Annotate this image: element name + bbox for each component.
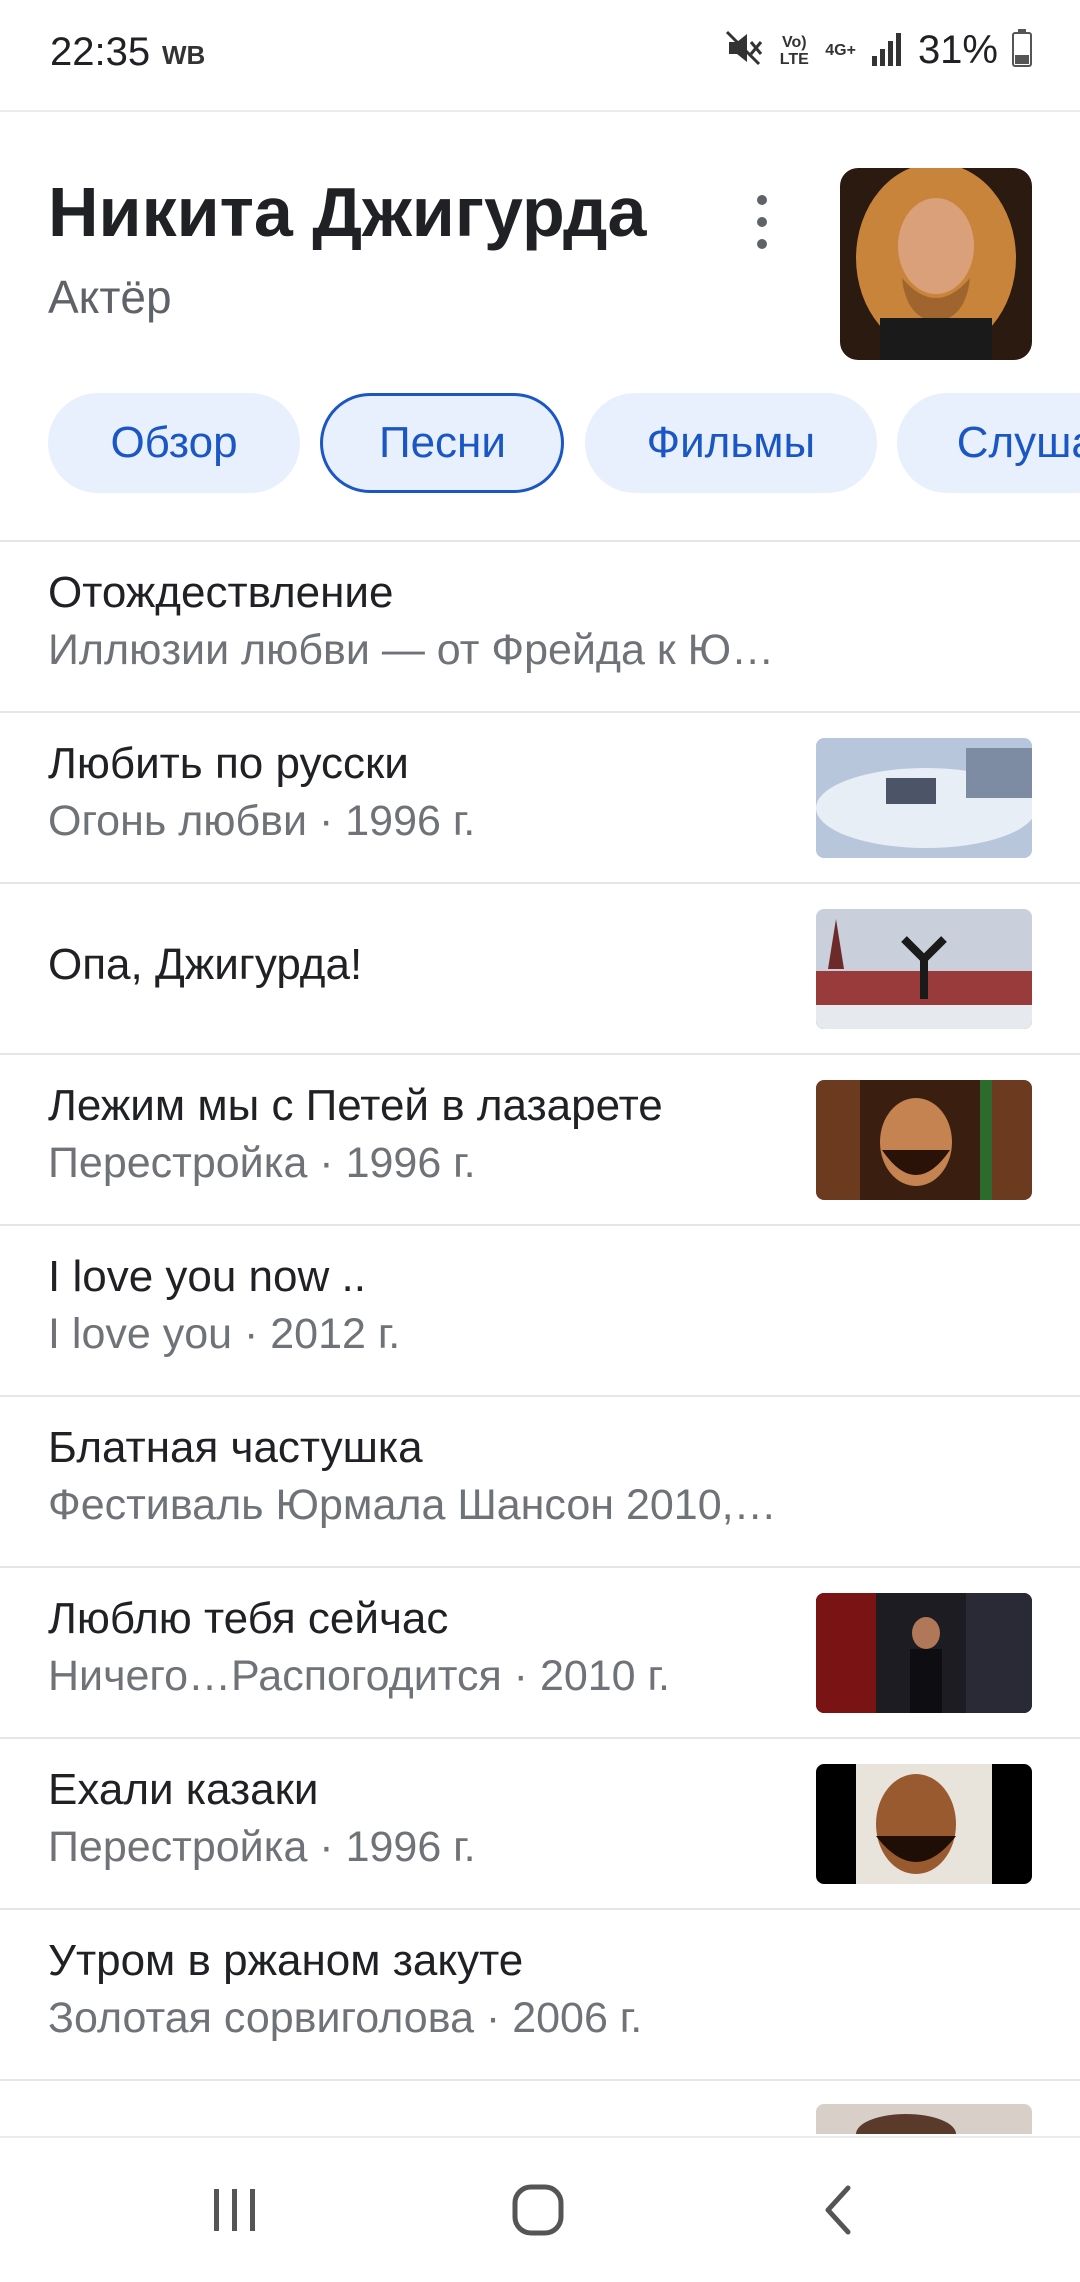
entity-title: Никита Джигурда xyxy=(48,173,647,251)
song-thumbnail-partial xyxy=(816,2104,1032,2134)
home-button[interactable] xyxy=(458,2138,618,2282)
volte-icon: Vo) LTE xyxy=(779,33,809,68)
signal-icon xyxy=(870,30,904,71)
carrier-label: WB xyxy=(162,40,206,70)
status-icons: Vo) LTE 4G+ 31% xyxy=(723,28,1032,73)
song-row[interactable]: Ехали казаки Перестройка · 1996 г. xyxy=(0,1739,1080,1910)
recent-apps-button[interactable] xyxy=(155,2138,315,2282)
mute-icon xyxy=(723,28,763,73)
more-options-button[interactable] xyxy=(740,195,784,249)
back-icon xyxy=(825,2185,851,2235)
song-title: Утром в ржаном закуте xyxy=(48,1936,524,1985)
song-row[interactable]: Лежим мы с Петей в лазарете Перестройка … xyxy=(0,1055,1080,1226)
home-icon xyxy=(512,2184,564,2236)
battery-percent: 31% xyxy=(917,28,998,72)
tab-songs[interactable]: Песни xyxy=(320,393,565,493)
more-vert-icon xyxy=(757,195,767,205)
status-bar: 22:35 WB Vo) LTE 4G+ 31% xyxy=(0,0,1080,112)
song-thumbnail xyxy=(816,738,1032,858)
tab-movies[interactable]: Фильмы xyxy=(584,393,877,493)
song-thumbnail xyxy=(816,1593,1032,1713)
system-nav-bar xyxy=(0,2136,1080,2282)
entity-photo[interactable] xyxy=(840,168,1032,360)
entity-description: Актёр xyxy=(48,271,172,323)
song-row[interactable]: I love you now .. I love you · 2012 г. xyxy=(0,1226,1080,1397)
song-subtitle: Золотая сорвиголова · 2006 г. xyxy=(48,1994,643,2042)
song-row[interactable]: Люблю тебя сейчас Ничего…Распогодится · … xyxy=(0,1568,1080,1739)
song-row[interactable]: Опа, Джигурда! xyxy=(0,884,1080,1055)
song-row[interactable]: Блатная частушка Фестиваль Юрмала Шансон… xyxy=(0,1397,1080,1568)
song-thumbnail xyxy=(816,909,1032,1029)
tab-listen[interactable]: Слушать xyxy=(897,393,1080,493)
song-title: Блатная частушка xyxy=(48,1423,423,1472)
song-list: Отождествление Иллюзии любви — от Фрейда… xyxy=(0,542,1080,2081)
song-thumbnail xyxy=(816,1080,1032,1200)
song-title: I love you now .. xyxy=(48,1252,366,1301)
tab-overview[interactable]: Обзор xyxy=(48,393,300,493)
recent-apps-icon xyxy=(214,2189,255,2231)
song-row[interactable]: Утром в ржаном закуте Золотая сорвиголов… xyxy=(0,1910,1080,2081)
tab-bar: Обзор Песни Фильмы Слушать xyxy=(48,393,1080,495)
song-subtitle: Иллюзии любви — от Фрейда к Ю… xyxy=(48,626,775,674)
song-thumbnail xyxy=(816,1764,1032,1884)
song-title: Лежим мы с Петей в лазарете xyxy=(48,1081,663,1130)
song-title: Ехали казаки xyxy=(48,1765,319,1814)
song-subtitle: Перестройка · 1996 г. xyxy=(48,1139,476,1187)
song-title: Любить по русски xyxy=(48,739,409,788)
song-row[interactable]: Любить по русски Огонь любви · 1996 г. xyxy=(0,713,1080,884)
4g-icon: 4G+ xyxy=(825,42,856,59)
song-title: Люблю тебя сейчас xyxy=(48,1594,449,1643)
song-subtitle: Огонь любви · 1996 г. xyxy=(48,797,476,845)
song-subtitle: Фестиваль Юрмала Шансон 2010,… xyxy=(48,1481,777,1529)
song-title: Опа, Джигурда! xyxy=(48,940,363,989)
song-subtitle: I love you · 2012 г. xyxy=(48,1310,401,1358)
battery-icon xyxy=(1012,29,1032,72)
song-subtitle: Перестройка · 1996 г. xyxy=(48,1823,476,1871)
song-title: Отождествление xyxy=(48,568,394,617)
song-subtitle: Ничего…Распогодится · 2010 г. xyxy=(48,1652,670,1700)
back-button[interactable] xyxy=(758,2138,918,2282)
song-row[interactable]: Отождествление Иллюзии любви — от Фрейда… xyxy=(0,542,1080,713)
status-time: 22:35 xyxy=(50,30,151,74)
